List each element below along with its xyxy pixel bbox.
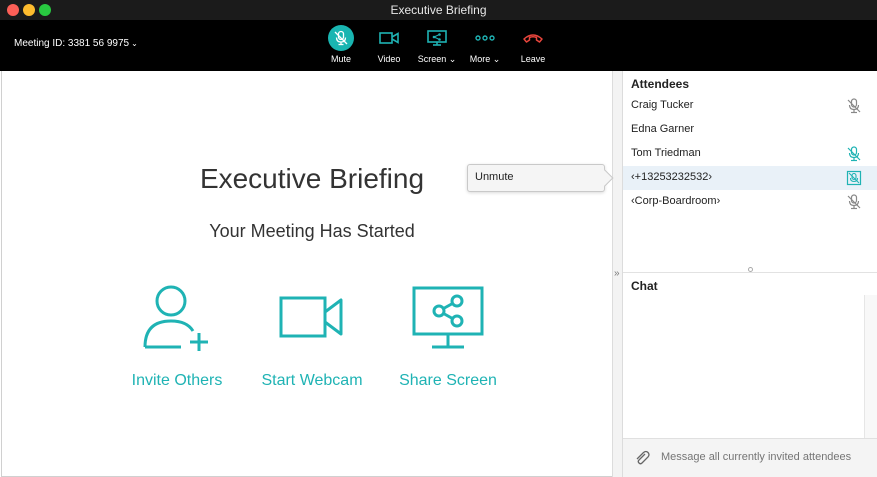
divider xyxy=(623,272,877,273)
chat-heading: Chat xyxy=(631,279,658,293)
chevron-down-icon: ⌄ xyxy=(131,39,138,48)
chat-input-bar xyxy=(623,438,877,477)
more-dots-icon xyxy=(475,35,495,41)
attendee-name: ‹Corp-Boardroom› xyxy=(631,195,721,207)
title-bar: Executive Briefing xyxy=(0,0,877,20)
screen-label: Screen ⌄ xyxy=(417,54,457,64)
mic-active-icon[interactable] xyxy=(845,145,863,163)
more-label: More ⌄ xyxy=(469,54,501,64)
chat-messages xyxy=(623,295,864,438)
leave-label: Leave xyxy=(520,54,546,64)
attendee-name: Edna Garner xyxy=(631,123,694,135)
unmute-tooltip[interactable]: Unmute xyxy=(467,164,615,192)
window-title: Executive Briefing xyxy=(390,3,487,17)
attendee-row[interactable]: Tom Triedman xyxy=(623,142,877,166)
meeting-main-pane: Executive Briefing Your Meeting Has Star… xyxy=(1,71,612,477)
attendee-name: Tom Triedman xyxy=(631,147,701,159)
meeting-id-dropdown[interactable]: Meeting ID: 3381 56 9975 ⌄ xyxy=(14,38,138,49)
mic-off-icon xyxy=(328,25,354,51)
attendee-row[interactable]: Edna Garner xyxy=(623,118,877,142)
video-label: Video xyxy=(377,54,401,64)
panel-splitter[interactable]: » xyxy=(612,71,623,477)
attendee-row[interactable]: Craig Tucker xyxy=(623,94,877,118)
video-camera-icon xyxy=(379,32,399,44)
add-user-icon xyxy=(143,285,208,351)
more-button[interactable]: More ⌄ xyxy=(462,24,508,68)
invite-others-label: Invite Others xyxy=(131,372,223,389)
app-window: Executive Briefing Meeting ID: 3381 56 9… xyxy=(0,0,877,477)
mute-label: Mute xyxy=(330,54,351,64)
leave-button[interactable]: Leave xyxy=(510,24,556,68)
share-screen-icon xyxy=(412,286,484,349)
mute-button[interactable]: Mute xyxy=(318,24,364,68)
phone-muted-icon[interactable] xyxy=(845,169,863,187)
invite-others-button[interactable]: Invite Others xyxy=(107,276,247,390)
share-screen-label: Share Screen xyxy=(399,372,497,389)
paperclip-icon[interactable] xyxy=(633,449,651,467)
webcam-icon xyxy=(279,296,343,338)
chat-scrollbar[interactable] xyxy=(864,295,877,438)
collapse-sidebar-icon[interactable]: » xyxy=(614,268,620,279)
start-webcam-button[interactable]: Start Webcam xyxy=(242,276,382,390)
screen-button[interactable]: Screen ⌄ xyxy=(414,24,460,68)
screen-share-icon xyxy=(427,30,447,46)
attendees-heading: Attendees xyxy=(631,77,690,91)
mic-muted-icon[interactable] xyxy=(845,97,863,115)
attendee-name: Craig Tucker xyxy=(631,99,694,111)
attendee-row-selected[interactable]: ‹+13253232532› xyxy=(623,166,877,190)
chat-message-input[interactable] xyxy=(661,451,871,463)
mic-muted-icon[interactable] xyxy=(845,193,863,211)
video-button[interactable]: Video xyxy=(366,24,412,68)
start-webcam-label: Start Webcam xyxy=(261,372,363,389)
phone-hangup-icon xyxy=(523,34,543,43)
attendee-name: ‹+13253232532› xyxy=(631,171,713,183)
right-sidebar: Attendees Craig Tucker Edna Garner Tom T… xyxy=(623,71,877,477)
attendee-row[interactable]: ‹Corp-Boardroom› xyxy=(623,190,877,214)
tooltip-text: Unmute xyxy=(475,171,514,183)
share-screen-button[interactable]: Share Screen xyxy=(378,276,518,390)
meeting-toolbar: Meeting ID: 3381 56 9975 ⌄ Mute Video Sc… xyxy=(0,20,877,71)
meeting-status: Your Meeting Has Started xyxy=(209,221,415,241)
meeting-id-label: Meeting ID: 3381 56 9975 xyxy=(14,38,130,49)
